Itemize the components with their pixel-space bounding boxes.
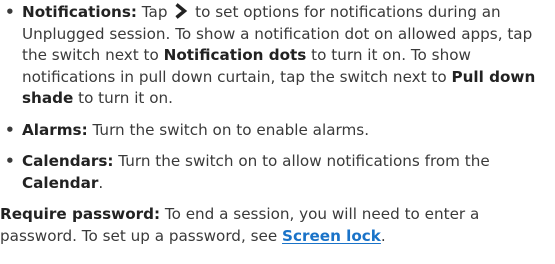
notifications-text-pre: Tap (136, 3, 173, 21)
require-password-text-end: . (380, 226, 386, 245)
alarms-label: Alarms: (22, 120, 88, 139)
calendars-text: Turn the switch on to allow notification… (113, 152, 490, 170)
bullet-icon: • (5, 152, 15, 170)
bullet-icon: • (5, 3, 15, 21)
list-item-alarms: • Alarms: Turn the switch on to enable a… (0, 120, 555, 142)
notifications-label: Notifications: (22, 3, 137, 21)
notifications-text-3: to turn it on. (73, 89, 173, 107)
bullet-icon: • (5, 120, 15, 139)
notification-dots-term: Notification dots (163, 46, 307, 64)
screen-lock-link[interactable]: Screen lock (282, 227, 381, 245)
chevron-right-icon (174, 3, 188, 19)
require-password-paragraph: Require password: To end a session, you … (0, 204, 555, 247)
settings-list: • Notifications: Tap to set options for … (0, 2, 555, 194)
calendar-term: Calendar (22, 173, 99, 192)
document-body: • Notifications: Tap to set options for … (0, 2, 555, 247)
alarms-text: Turn the switch on to enable alarms. (87, 120, 370, 139)
require-password-label: Require password: (0, 205, 161, 223)
list-item-notifications: • Notifications: Tap to set options for … (0, 2, 555, 110)
list-item-calendars: • Calendars: Turn the switch on to allow… (0, 151, 555, 194)
calendars-text-end: . (98, 173, 104, 192)
calendars-label: Calendars: (22, 152, 114, 170)
